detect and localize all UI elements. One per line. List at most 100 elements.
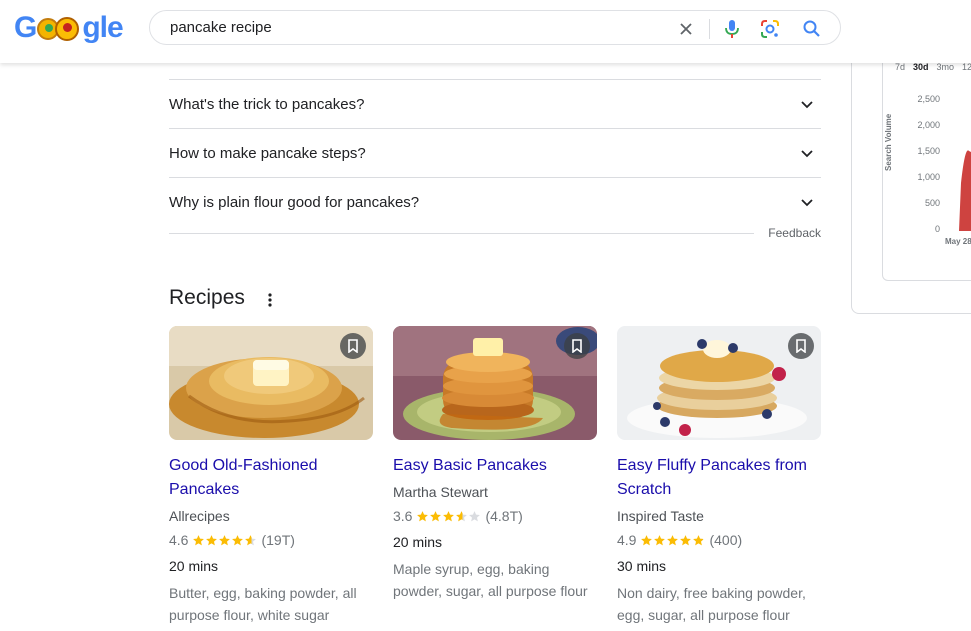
- recipe-card[interactable]: Good Old-Fashioned Pancakes Allrecipes 4…: [169, 326, 374, 626]
- recipe-title-link[interactable]: Good Old-Fashioned Pancakes: [169, 454, 374, 502]
- star-icon: [193, 534, 205, 545]
- recipe-rating: 4.9 (400): [617, 530, 822, 550]
- range-tab-12mo[interactable]: 12: [962, 62, 971, 72]
- recipe-image[interactable]: [617, 326, 821, 440]
- review-count: (4.8T): [485, 508, 523, 524]
- star-icon: [693, 534, 705, 545]
- search-box[interactable]: [149, 10, 841, 45]
- bookmark-icon: [348, 339, 358, 353]
- cook-time: 30 mins: [617, 558, 667, 574]
- y-tick: 1,500: [917, 146, 940, 156]
- logo-letter-g: G: [14, 11, 37, 44]
- range-tab-7d[interactable]: 7d: [895, 62, 905, 72]
- rating-value: 4.6: [169, 532, 189, 548]
- trends-chart: [959, 150, 971, 231]
- bookmark-icon: [572, 339, 582, 353]
- trends-chart-frame: [882, 51, 971, 281]
- chevron-down-icon: [795, 141, 819, 165]
- cook-time: 20 mins: [393, 534, 443, 550]
- star-icon: [654, 534, 666, 545]
- recipe-source: Allrecipes: [169, 508, 230, 524]
- star-icon: [219, 534, 231, 545]
- recipe-card[interactable]: Easy Fluffy Pancakes from Scratch Inspir…: [617, 326, 822, 626]
- bookmark-icon: [796, 339, 806, 353]
- google-doodle-logo[interactable]: G gle: [14, 11, 124, 44]
- range-tabs: 7d 30d 3mo 12: [895, 62, 971, 72]
- search-divider: [709, 19, 710, 39]
- star-icon: [417, 510, 429, 521]
- star-icon: [232, 534, 244, 545]
- trend-area: [959, 150, 971, 231]
- range-tab-3mo[interactable]: 3mo: [937, 62, 955, 72]
- google-lens-icon: [761, 20, 779, 38]
- save-recipe-button[interactable]: [564, 333, 590, 359]
- paa-question[interactable]: Why is plain flour good for pancakes?: [169, 177, 821, 226]
- cook-time: 20 mins: [169, 558, 219, 574]
- recipe-source: Inspired Taste: [617, 508, 704, 524]
- review-count: (19T): [261, 532, 295, 548]
- search-input[interactable]: [170, 19, 650, 36]
- recipe-rating: 4.6 (19T): [169, 530, 374, 550]
- save-recipe-button[interactable]: [340, 333, 366, 359]
- divider: [169, 233, 754, 234]
- star-icon: [206, 534, 218, 545]
- y-tick: 1,000: [917, 172, 940, 182]
- y-tick: 2,000: [917, 120, 940, 130]
- star-rating: [192, 534, 257, 547]
- lens-search-button[interactable]: [758, 17, 782, 41]
- paa-question[interactable]: What's the trick to pancakes?: [169, 79, 821, 128]
- star-rating: [416, 510, 481, 523]
- y-tick: 2,500: [917, 94, 940, 104]
- search-submit-button[interactable]: [800, 17, 824, 41]
- star-icon: [667, 534, 679, 545]
- recipe-card[interactable]: Easy Basic Pancakes Martha Stewart 3.6 (…: [393, 326, 598, 602]
- star-icon: [443, 510, 455, 521]
- recipe-image[interactable]: [393, 326, 597, 440]
- recipe-rating: 3.6 (4.8T): [393, 506, 598, 526]
- ingredients: Butter, egg, baking powder, all purpose …: [169, 585, 357, 623]
- rating-value: 4.9: [617, 532, 637, 548]
- header: G gle: [0, 0, 971, 63]
- star-rating: [640, 534, 705, 547]
- close-icon: [680, 23, 692, 35]
- star-icon: [469, 510, 481, 521]
- save-recipe-button[interactable]: [788, 333, 814, 359]
- x-tick: May 28: [945, 237, 971, 246]
- ingredients: Non dairy, free baking powder, egg, suga…: [617, 585, 806, 623]
- search-trends-panel: 7d 30d 3mo 12 Search Volume 2,500 2,000 …: [851, 50, 971, 314]
- search-icon: [803, 20, 820, 37]
- microphone-icon: [725, 20, 739, 38]
- recipe-source: Martha Stewart: [393, 484, 488, 500]
- clear-search-button[interactable]: [675, 18, 697, 40]
- feedback-row: Feedback: [169, 226, 821, 242]
- voice-search-button[interactable]: [720, 17, 744, 41]
- paa-question-text: How to make pancake steps?: [169, 144, 366, 162]
- recipe-title-link[interactable]: Easy Basic Pancakes: [393, 454, 598, 478]
- y-tick: 500: [924, 198, 940, 208]
- range-tab-30d[interactable]: 30d: [913, 62, 929, 72]
- star-icon: [430, 510, 442, 521]
- rating-value: 3.6: [393, 508, 413, 524]
- star-icon: [456, 510, 468, 521]
- review-count: (400): [709, 532, 743, 548]
- ingredients: Maple syrup, egg, baking powder, sugar, …: [393, 561, 588, 599]
- star-icon: [641, 534, 653, 545]
- chevron-down-icon: [795, 190, 819, 214]
- feedback-link[interactable]: Feedback: [768, 226, 821, 240]
- chevron-down-icon: [795, 92, 819, 116]
- recipes-heading: Recipes: [169, 286, 245, 309]
- paa-question[interactable]: How to make pancake steps?: [169, 128, 821, 177]
- y-axis-label: Search Volume: [884, 113, 893, 171]
- recipe-title-link[interactable]: Easy Fluffy Pancakes from Scratch: [617, 454, 822, 502]
- recipe-image[interactable]: [169, 326, 373, 440]
- paa-question-text: Why is plain flour good for pancakes?: [169, 193, 420, 211]
- logo-letters-gle: gle: [82, 11, 123, 44]
- star-icon: [245, 534, 257, 545]
- star-icon: [680, 534, 692, 545]
- y-tick: 0: [934, 224, 940, 234]
- paa-question-text: What's the trick to pancakes?: [169, 95, 365, 113]
- people-also-ask: What's the trick to pancakes? How to mak…: [169, 79, 821, 226]
- pancake-doodle-icon: [37, 15, 81, 41]
- more-vert-icon: [268, 293, 272, 307]
- more-options-button[interactable]: [262, 290, 278, 310]
